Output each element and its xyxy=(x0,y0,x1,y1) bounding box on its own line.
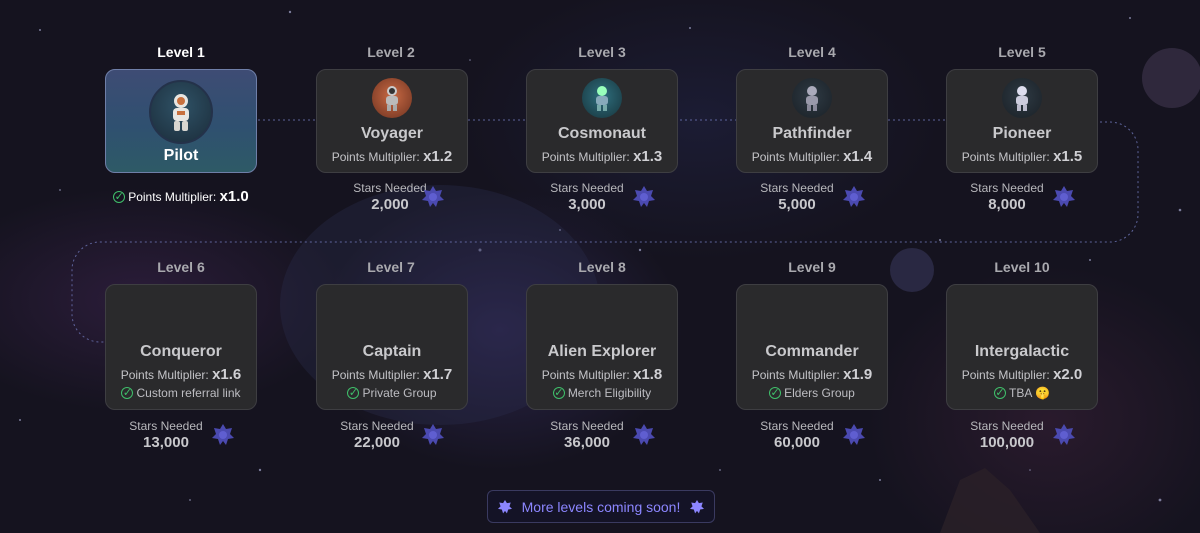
star-badge-icon xyxy=(633,424,655,445)
star-badges xyxy=(212,186,1075,445)
more-levels-text: More levels coming soon! xyxy=(521,498,681,515)
star-badge-icon xyxy=(1053,424,1075,445)
star-badge-icon xyxy=(690,499,705,513)
star-badge-icon xyxy=(843,186,865,207)
star-badge-icon xyxy=(497,499,512,513)
more-levels-banner: More levels coming soon! xyxy=(487,490,715,523)
star-badge-icon xyxy=(1053,186,1075,207)
star-badge-icon xyxy=(212,424,234,445)
star-badge-icon xyxy=(422,424,444,445)
star-badge-icon xyxy=(422,186,444,207)
star-badge-icon xyxy=(633,186,655,207)
star-badge-icon xyxy=(843,424,865,445)
